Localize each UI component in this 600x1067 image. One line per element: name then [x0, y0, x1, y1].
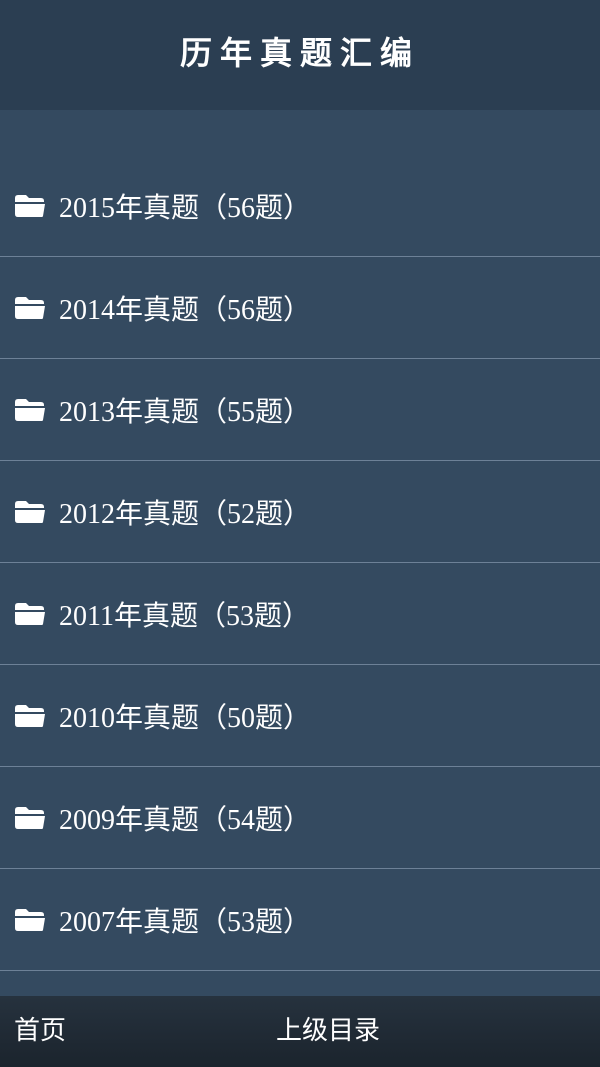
- folder-icon: [15, 806, 45, 829]
- list-item-2013[interactable]: 2013年真题（55题）: [0, 359, 600, 461]
- item-label: 2015年真题（56题）: [59, 192, 312, 224]
- item-label: 2014年真题（56题）: [59, 294, 312, 326]
- item-label: 2007年真题（53题）: [59, 906, 312, 938]
- folder-icon: [15, 704, 45, 727]
- item-label: 2011年真题（53题）: [59, 600, 310, 632]
- folder-icon: [15, 908, 45, 931]
- folder-icon: [15, 602, 45, 625]
- folder-icon: [15, 296, 45, 319]
- item-label: 2010年真题（50题）: [59, 702, 312, 734]
- parent-directory-button[interactable]: 上级目录: [276, 996, 380, 1067]
- home-button[interactable]: 首页: [14, 996, 66, 1067]
- app-header: 历年真题汇编: [0, 0, 600, 110]
- item-label: 2013年真题（55题）: [59, 396, 312, 428]
- item-label: 2012年真题（52题）: [59, 498, 312, 530]
- item-label: 2009年真题（54题）: [59, 804, 312, 836]
- list-item-2012[interactable]: 2012年真题（52题）: [0, 461, 600, 563]
- folder-icon: [15, 500, 45, 523]
- bottom-toolbar: 首页 上级目录: [0, 996, 600, 1067]
- folder-icon: [15, 194, 45, 217]
- list-item-2010[interactable]: 2010年真题（50题）: [0, 665, 600, 767]
- folder-icon: [15, 398, 45, 421]
- list-item-2007[interactable]: 2007年真题（53题）: [0, 869, 600, 971]
- list-item-2011[interactable]: 2011年真题（53题）: [0, 563, 600, 665]
- list-item-2015[interactable]: 2015年真题（56题）: [0, 155, 600, 257]
- list-item-2014[interactable]: 2014年真题（56题）: [0, 257, 600, 359]
- list-item-2009[interactable]: 2009年真题（54题）: [0, 767, 600, 869]
- exam-list: 2015年真题（56题） 2014年真题（56题） 2013年真题（55题） 2…: [0, 155, 600, 971]
- page-title: 历年真题汇编: [179, 34, 420, 72]
